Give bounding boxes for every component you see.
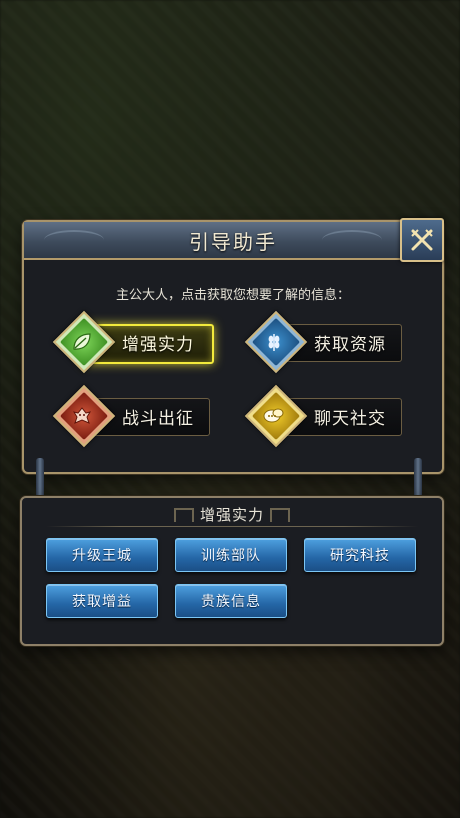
leaf-icon [66,326,98,358]
chat-bubbles-icon [258,400,290,432]
crossed-swords-close-icon [411,229,433,251]
option-label: 获取资源 [314,334,386,355]
research-tech-button[interactable]: 研究科技 [304,538,416,572]
dialog-title-bar: 引导助手 [24,222,442,260]
section-title: 增强实力 [199,506,264,524]
option-battle-march[interactable]: 战斗出征 [52,384,210,448]
option-label: 战斗出征 [122,408,194,429]
noble-info-button[interactable]: 贵族信息 [175,584,287,618]
section-divider [46,526,418,527]
train-troops-button[interactable]: 训练部队 [175,538,287,572]
dialog-subtitle: 主公大人，点击获取您想要了解的信息： [115,288,350,303]
upgrade-city-button[interactable]: 升级王城 [46,538,158,572]
get-boost-button[interactable]: 获取增益 [46,584,158,618]
dragon-icon [66,400,98,432]
section-panel: 增强实力 升级王城 训练部队 研究科技 获取增益 贵族信息 [20,496,444,646]
option-label: 聊天社交 [314,408,386,429]
title-ornament-left [44,230,104,250]
dialog-title: 引导助手 [189,229,277,254]
option-enhance-strength[interactable]: 增强实力 [52,310,214,374]
guide-dialog: 引导助手 主公大人，点击获取您想要了解的信息： 增强实力 获取资源 战斗出征 聊… [22,218,444,474]
option-label: 增强实力 [122,334,194,355]
title-ornament-right [322,230,382,250]
option-get-resources[interactable]: 获取资源 [244,310,402,374]
wheat-icon [258,326,290,358]
option-chat-social[interactable]: 聊天社交 [244,384,402,448]
close-button[interactable] [400,218,444,262]
